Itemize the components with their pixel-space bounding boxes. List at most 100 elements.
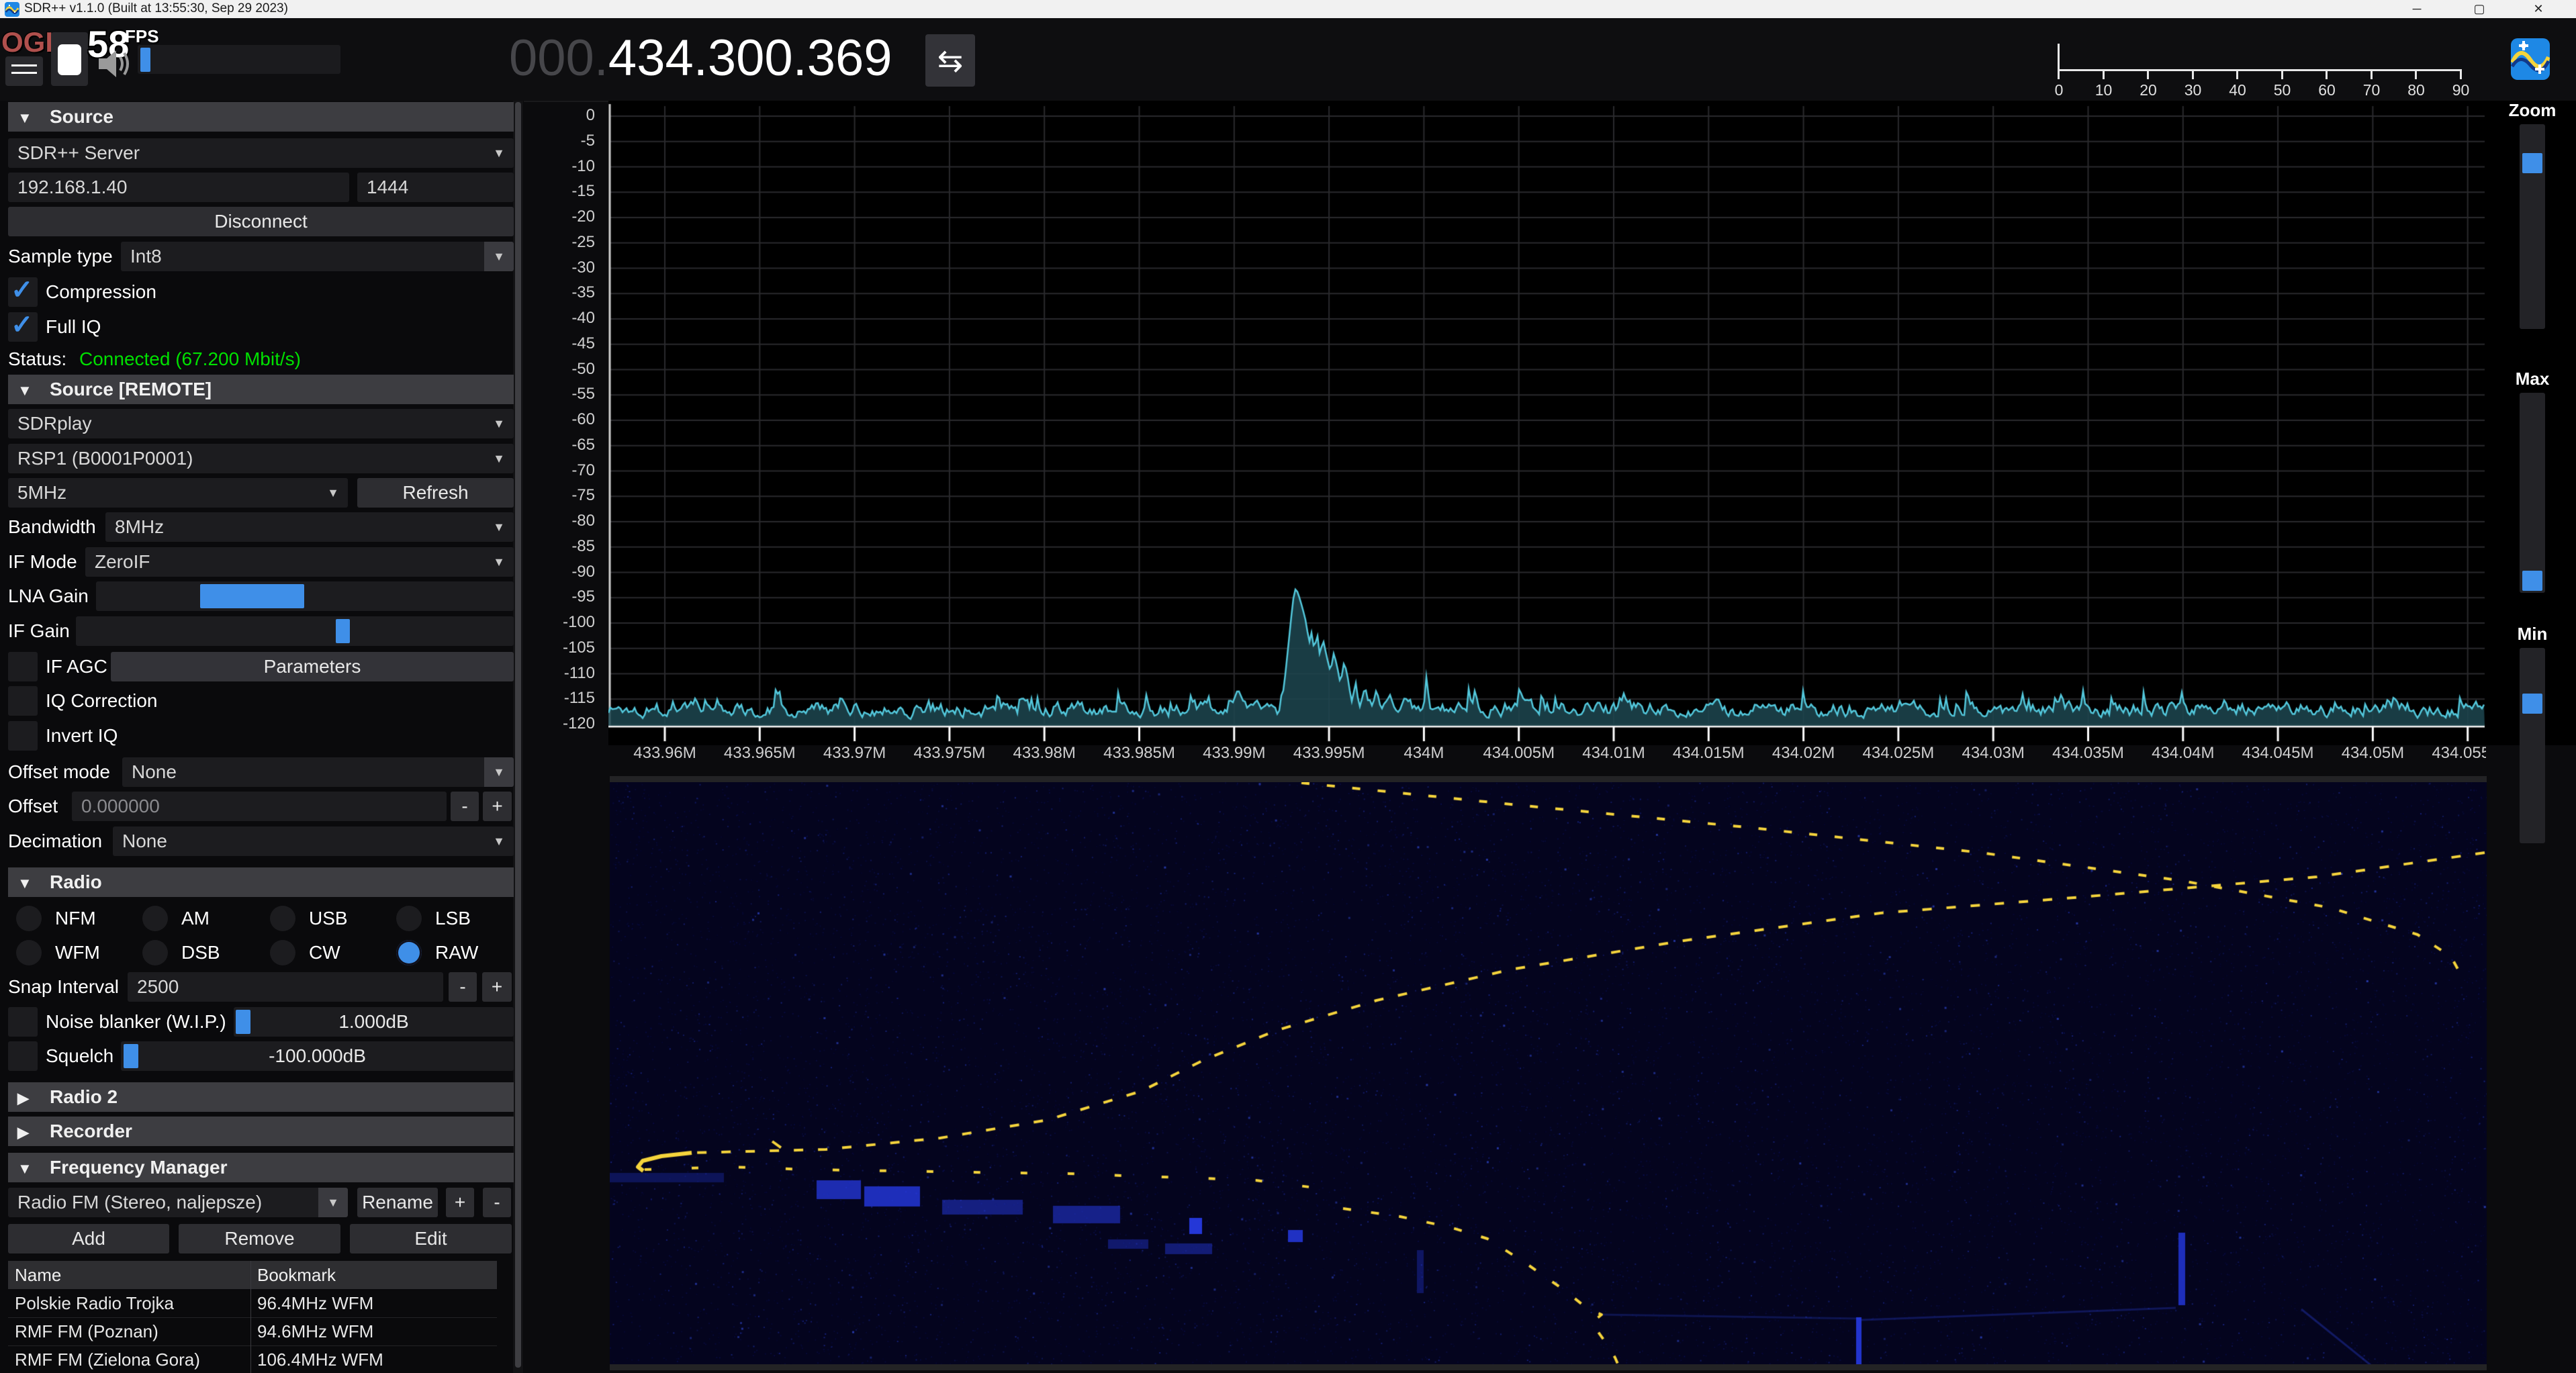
sdrpp-logo-button[interactable]: [2511, 38, 2550, 80]
mode-option-cw[interactable]: CW: [262, 938, 388, 967]
snr-tick-label: 10: [2089, 81, 2119, 99]
waterfall-display[interactable]: [610, 782, 2487, 1364]
close-button[interactable]: ✕: [2518, 0, 2559, 18]
if-mode-combo[interactable]: ZeroIF▼: [85, 547, 514, 577]
radio-circle-icon: [16, 940, 42, 965]
edit-bookmark-button[interactable]: Edit: [350, 1224, 512, 1253]
sidebar-scrollbar[interactable]: [513, 101, 523, 1373]
mode-option-nfm[interactable]: NFM: [8, 904, 134, 933]
decimation-combo[interactable]: None▼: [113, 826, 514, 856]
panel-header-radio2[interactable]: ▶Radio 2: [8, 1082, 514, 1112]
snr-tick-label: 70: [2357, 81, 2387, 99]
squelch-slider[interactable]: -100.000dB: [121, 1041, 514, 1071]
samplerate-combo[interactable]: 5MHz▼: [8, 478, 348, 508]
max-slider-grab[interactable]: [2522, 571, 2542, 591]
bookmark-list-combo[interactable]: Radio FM (Stereo, naljepsze)▼: [8, 1188, 348, 1217]
db-axis-label: -105: [531, 638, 595, 657]
mode-option-usb[interactable]: USB: [262, 904, 388, 933]
zoom-slider-grab[interactable]: [2522, 153, 2542, 173]
offset-minus-button[interactable]: -: [451, 792, 479, 821]
mode-option-raw[interactable]: RAW: [388, 938, 514, 967]
table-row[interactable]: Polskie Radio Trojka96.4MHz WFM: [8, 1289, 497, 1318]
db-axis-label: 0: [531, 106, 595, 125]
remove-bookmark-button[interactable]: Remove: [179, 1224, 340, 1253]
menu-button[interactable]: [5, 56, 43, 86]
max-slider[interactable]: [2520, 393, 2545, 593]
minimize-button[interactable]: ─: [2396, 0, 2438, 18]
panel-header-frequency-manager[interactable]: ▼Frequency Manager: [8, 1153, 514, 1182]
offset-mode-combo[interactable]: None▼: [122, 757, 514, 787]
panel-header-source-remote[interactable]: ▼Source [REMOTE]: [8, 375, 514, 404]
snr-tick-label: 30: [2178, 81, 2208, 99]
top-toolbar: OGL 58 FPS 000.434.300.369 ⇆ 01020304050…: [0, 18, 2576, 102]
noise-blanker-slider[interactable]: 1.000dB: [234, 1007, 514, 1037]
fft-spectrum-plot[interactable]: [608, 101, 2576, 745]
frequency-display[interactable]: 000.434.300.369: [509, 29, 892, 87]
mode-option-lsb[interactable]: LSB: [388, 904, 514, 933]
snap-minus-button[interactable]: -: [449, 972, 477, 1002]
noise-blanker-label: Noise blanker (W.I.P.): [46, 1007, 226, 1037]
stop-button[interactable]: [51, 32, 88, 86]
if-gain-slider-grab[interactable]: [336, 619, 350, 643]
mode-option-wfm[interactable]: WFM: [8, 938, 134, 967]
if-agc-checkbox[interactable]: [8, 652, 38, 681]
refresh-button[interactable]: Refresh: [357, 478, 514, 508]
full-iq-checkbox[interactable]: ✓: [8, 312, 38, 342]
source-type-combo[interactable]: SDR++ Server▼: [8, 138, 514, 168]
invert-iq-checkbox[interactable]: [8, 721, 38, 751]
mode-option-am[interactable]: AM: [134, 904, 262, 933]
squelch-checkbox[interactable]: [8, 1041, 38, 1071]
column-header-name[interactable]: Name: [15, 1261, 61, 1289]
collapse-arrow-icon: ▶: [17, 1118, 38, 1146]
iq-correction-checkbox[interactable]: [8, 686, 38, 716]
snr-tick: [2460, 69, 2462, 79]
compression-checkbox[interactable]: ✓: [8, 277, 38, 307]
column-header-bookmark[interactable]: Bookmark: [257, 1261, 336, 1289]
chevron-down-icon: ▼: [484, 242, 514, 271]
collapse-arrow-icon: ▶: [17, 1084, 38, 1112]
table-row[interactable]: RMF FM (Poznan)94.6MHz WFM: [8, 1317, 497, 1346]
offset-mode-label: Offset mode: [8, 757, 110, 787]
remove-list-button[interactable]: -: [483, 1188, 511, 1217]
decimation-label: Decimation: [8, 826, 102, 856]
noise-blanker-checkbox[interactable]: [8, 1007, 38, 1037]
table-row[interactable]: RMF FM (Zielona Gora)106.4MHz WFM: [8, 1345, 497, 1373]
lna-gain-slider-grab[interactable]: [200, 584, 304, 608]
offset-plus-button[interactable]: +: [483, 792, 512, 821]
host-input[interactable]: 192.168.1.40: [8, 173, 349, 202]
db-axis-label: -10: [531, 157, 595, 176]
bookmark-table-header[interactable]: Name Bookmark: [8, 1261, 497, 1289]
db-axis-label: -80: [531, 512, 595, 530]
mode-option-dsb[interactable]: DSB: [134, 938, 262, 967]
panel-header-radio[interactable]: ▼Radio: [8, 867, 514, 897]
add-bookmark-button[interactable]: Add: [8, 1224, 169, 1253]
remote-driver-combo[interactable]: SDRplay▼: [8, 409, 514, 438]
app-icon: [5, 2, 19, 17]
lna-gain-slider[interactable]: [96, 581, 514, 611]
collapse-arrow-icon: ▼: [17, 376, 38, 404]
panel-header-source[interactable]: ▼Source: [8, 102, 514, 132]
min-slider-grab[interactable]: [2522, 694, 2542, 714]
sample-type-combo[interactable]: Int8▼: [121, 242, 514, 271]
snap-interval-input[interactable]: 2500: [128, 972, 443, 1002]
remote-device-combo[interactable]: RSP1 (B0001P0001)▼: [8, 444, 514, 473]
if-gain-slider[interactable]: [76, 616, 514, 646]
snap-plus-button[interactable]: +: [482, 972, 512, 1002]
parameters-button[interactable]: Parameters: [111, 652, 514, 681]
rename-list-button[interactable]: Rename: [357, 1188, 438, 1217]
add-list-button[interactable]: +: [446, 1188, 474, 1217]
db-axis-label: -95: [531, 587, 595, 606]
sidebar-scrollbar-thumb[interactable]: [515, 102, 521, 1368]
snr-tick-label: 60: [2312, 81, 2342, 99]
volume-slider-grab[interactable]: [140, 48, 150, 72]
panel-header-recorder[interactable]: ▶Recorder: [8, 1117, 514, 1146]
db-axis-label: -85: [531, 537, 595, 556]
volume-slider[interactable]: [138, 45, 340, 74]
maximize-button[interactable]: ▢: [2458, 0, 2500, 18]
swap-vfo-button[interactable]: ⇆: [925, 34, 975, 87]
offset-input[interactable]: 0.000000: [72, 792, 447, 821]
port-input[interactable]: 1444: [357, 173, 514, 202]
min-slider[interactable]: [2520, 648, 2545, 843]
disconnect-button[interactable]: Disconnect: [8, 207, 514, 236]
bandwidth-combo[interactable]: 8MHz▼: [105, 512, 514, 542]
